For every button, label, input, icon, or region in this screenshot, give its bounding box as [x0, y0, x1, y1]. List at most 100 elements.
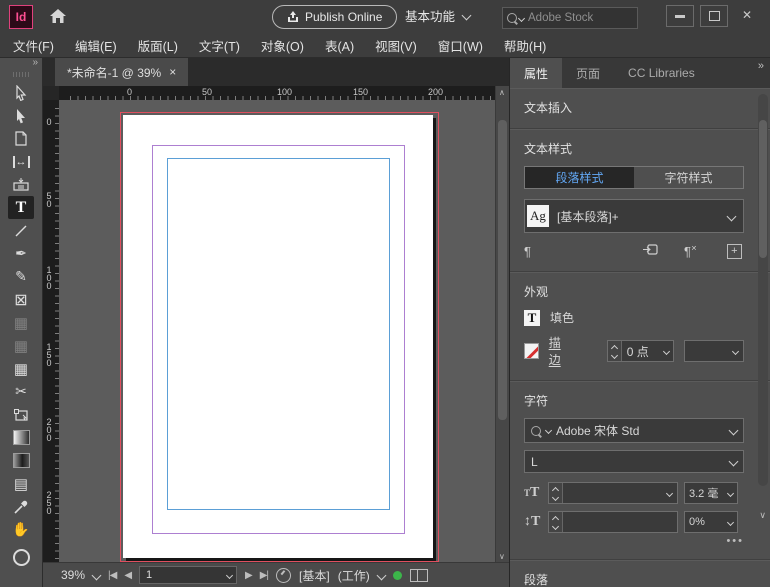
- menu-type[interactable]: 文字(T): [199, 36, 240, 55]
- stroke-weight-chevron-icon: [663, 347, 670, 354]
- kerning-stepper[interactable]: [549, 512, 563, 532]
- tracking-control[interactable]: 0%: [684, 511, 738, 533]
- panel-scrollbar[interactable]: [758, 94, 768, 486]
- page-list-chevron-icon[interactable]: [226, 571, 233, 578]
- preflight-status-icon: [393, 571, 402, 580]
- line-tool[interactable]: [8, 219, 34, 242]
- type-tool[interactable]: T: [8, 196, 34, 219]
- pages-panel-icon[interactable]: [410, 569, 428, 582]
- horizontal-grid-tool[interactable]: ▦: [8, 311, 34, 334]
- zoom-chevron-icon[interactable]: [92, 570, 102, 580]
- minimize-button[interactable]: [666, 5, 694, 27]
- rectangle-frame-tool[interactable]: ⊠: [8, 288, 34, 311]
- clear-overrides-icon[interactable]: ¶✕: [684, 244, 697, 259]
- panel-collapse-icon[interactable]: »: [758, 58, 770, 88]
- toolbar-expand-icon[interactable]: »: [0, 58, 42, 70]
- create-style-icon[interactable]: +: [727, 244, 742, 259]
- eyedropper-tool[interactable]: [8, 495, 34, 518]
- more-options-icon[interactable]: •••: [524, 535, 744, 547]
- paragraph-style-options-icon[interactable]: ¶: [524, 244, 531, 259]
- character-styles-segment[interactable]: 字符样式: [634, 167, 743, 188]
- tab-properties[interactable]: 属性: [510, 58, 562, 88]
- minimize-icon: [675, 15, 685, 18]
- tab-close-icon[interactable]: ×: [169, 65, 176, 79]
- fill-color-icon[interactable]: T: [524, 310, 540, 326]
- gradient-feather-tool[interactable]: [8, 449, 34, 472]
- document-tab[interactable]: *未命名-1 @ 39% ×: [55, 58, 188, 86]
- frame-grid-tool[interactable]: ▦: [8, 357, 34, 380]
- preflight-chevron-icon[interactable]: [376, 570, 386, 580]
- panel-scroll-down-icon[interactable]: ∨: [759, 510, 766, 521]
- first-page-button[interactable]: |◀: [108, 570, 116, 581]
- selection-tool[interactable]: [8, 81, 34, 104]
- workspace-label: 基本功能: [405, 6, 455, 25]
- preflight-profile[interactable]: [基本]: [299, 567, 330, 584]
- font-size-chevron-icon: [666, 489, 673, 496]
- next-page-button[interactable]: ▶: [245, 570, 252, 581]
- menu-layout[interactable]: 版面(L): [138, 36, 178, 55]
- zoom-tool[interactable]: [8, 541, 34, 564]
- tab-pages[interactable]: 页面: [562, 58, 614, 88]
- last-page-button[interactable]: ▶|: [260, 570, 268, 581]
- scissors-tool[interactable]: ✂: [8, 380, 34, 403]
- menu-help[interactable]: 帮助(H): [504, 36, 546, 55]
- gap-tool[interactable]: ↔: [8, 150, 34, 173]
- scroll-up-icon[interactable]: ∧: [499, 88, 505, 97]
- home-icon[interactable]: [49, 8, 67, 27]
- font-family-dropdown[interactable]: Adobe 宋体 Std: [524, 418, 744, 443]
- pen-tool[interactable]: ✒: [8, 242, 34, 265]
- prev-page-button[interactable]: ◀: [124, 570, 131, 581]
- zoom-level[interactable]: 39%: [61, 568, 85, 582]
- pencil-tool[interactable]: ✎: [8, 265, 34, 288]
- font-size-stepper[interactable]: [549, 483, 563, 503]
- search-icon: [507, 13, 517, 23]
- direct-selection-tool[interactable]: [8, 104, 34, 127]
- stroke-weight-control[interactable]: 0 点: [607, 340, 674, 362]
- menu-view[interactable]: 视图(V): [375, 36, 417, 55]
- status-bar: 39% |◀ ◀ ▶ ▶| [基本] (工作): [43, 562, 509, 587]
- font-style-dropdown[interactable]: L: [524, 450, 744, 473]
- font-size-control[interactable]: [548, 482, 678, 504]
- page-number-input[interactable]: [144, 568, 208, 582]
- menu-edit[interactable]: 编辑(E): [75, 36, 117, 55]
- menu-table[interactable]: 表(A): [325, 36, 354, 55]
- fill-label[interactable]: 填色: [550, 309, 574, 326]
- menu-object[interactable]: 对象(O): [261, 36, 304, 55]
- toolbar-grip[interactable]: [13, 72, 29, 77]
- canvas-vertical-scrollbar[interactable]: ∧ ∨: [495, 86, 509, 563]
- workspace-switcher[interactable]: 基本功能: [405, 6, 470, 25]
- search-input[interactable]: [526, 11, 616, 25]
- text-frame[interactable]: [167, 158, 390, 510]
- leading-control[interactable]: 3.2 毫: [684, 482, 738, 504]
- page-tool[interactable]: [8, 127, 34, 150]
- panel-tab-bar: 属性 页面 CC Libraries »: [510, 58, 770, 88]
- paragraph-section: 段落: [510, 560, 770, 587]
- paragraph-styles-segment[interactable]: 段落样式: [525, 167, 634, 188]
- vertical-grid-tool[interactable]: ▦: [8, 334, 34, 357]
- menu-window[interactable]: 窗口(W): [438, 36, 483, 55]
- menu-file[interactable]: 文件(F): [13, 36, 54, 55]
- scroll-down-icon[interactable]: ∨: [499, 552, 505, 561]
- stroke-type-dropdown[interactable]: [684, 340, 744, 362]
- tab-cc-libraries[interactable]: CC Libraries: [614, 58, 709, 88]
- paragraph-style-dropdown[interactable]: Ag [基本段落]+: [524, 199, 744, 233]
- content-collector-tool[interactable]: [8, 173, 34, 196]
- publish-online-button[interactable]: Publish Online: [272, 5, 397, 29]
- hand-tool[interactable]: ✋: [8, 518, 34, 541]
- free-transform-tool[interactable]: [8, 403, 34, 426]
- maximize-button[interactable]: [700, 5, 728, 27]
- note-tool[interactable]: ▤: [8, 472, 34, 495]
- redefine-style-icon[interactable]: [643, 243, 658, 259]
- gradient-swatch-tool[interactable]: [8, 426, 34, 449]
- scrollbar-thumb[interactable]: [498, 120, 507, 420]
- stroke-weight-stepper[interactable]: [608, 341, 622, 361]
- page-number-field[interactable]: [139, 566, 237, 584]
- stock-search[interactable]: [502, 7, 638, 29]
- preflight-menu-icon[interactable]: [276, 568, 291, 583]
- stroke-label[interactable]: 描边: [549, 334, 571, 368]
- close-button[interactable]: ✕: [734, 5, 760, 25]
- panel-scrollbar-thumb[interactable]: [759, 120, 767, 258]
- stroke-color-icon[interactable]: [524, 343, 539, 359]
- tools-panel: » ↔ T ✒ ✎ ⊠ ▦ ▦ ▦ ✂ ▤ ✋: [0, 58, 43, 587]
- kerning-control[interactable]: [548, 511, 678, 533]
